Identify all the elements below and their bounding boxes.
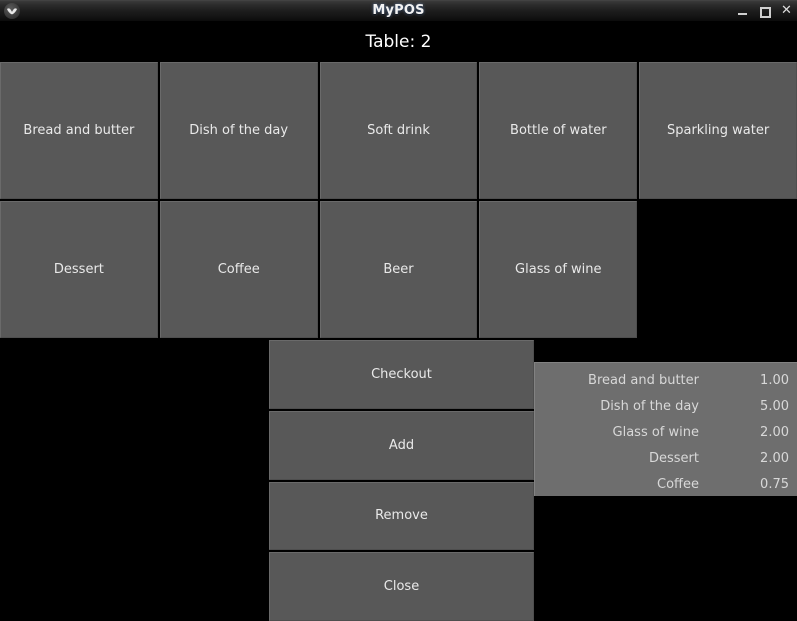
remove-button-label: Remove: [375, 508, 428, 524]
product-button[interactable]: Soft drink: [319, 62, 478, 199]
product-grid-empty-slot: [639, 201, 797, 338]
application-window: MyPOS ✕ Table: 2 Bread and butter Dish of…: [0, 0, 797, 621]
order-list-item[interactable]: Dish of the day 5.00: [535, 393, 797, 419]
product-button[interactable]: Sparkling water: [639, 62, 797, 199]
product-button[interactable]: Glass of wine: [479, 201, 638, 338]
window-titlebar[interactable]: MyPOS ✕: [0, 0, 797, 22]
product-button-label: Coffee: [217, 262, 260, 277]
order-item-name: Dish of the day: [600, 398, 699, 414]
action-button-panel: Checkout Add Remove Close: [269, 340, 534, 621]
product-button[interactable]: Dessert: [0, 201, 158, 338]
order-item-price: 2.00: [760, 424, 789, 440]
order-item-price: 2.00: [760, 450, 789, 466]
order-item-price: 0.75: [760, 476, 789, 492]
close-button[interactable]: Close: [269, 552, 534, 621]
product-button[interactable]: Bread and butter: [0, 62, 158, 199]
close-icon[interactable]: ✕: [781, 4, 792, 18]
product-button-label: Soft drink: [367, 123, 430, 138]
product-button-label: Beer: [383, 262, 414, 277]
add-button[interactable]: Add: [269, 410, 534, 480]
minimize-icon[interactable]: [737, 4, 748, 18]
product-button[interactable]: Beer: [319, 201, 478, 338]
order-item-price: 5.00: [760, 398, 789, 414]
order-item-name: Bread and butter: [588, 372, 699, 388]
add-button-label: Add: [388, 437, 415, 453]
product-button[interactable]: Coffee: [159, 201, 318, 338]
close-button-label: Close: [383, 579, 420, 595]
checkout-button[interactable]: Checkout: [269, 340, 534, 409]
product-button[interactable]: Dish of the day: [159, 62, 318, 199]
window-controls: ✕: [737, 0, 792, 22]
order-item-price: 1.00: [760, 372, 789, 388]
order-list-item[interactable]: Coffee 0.75: [535, 471, 797, 496]
client-area: Table: 2 Bread and butter Dish of the day…: [0, 22, 797, 621]
order-item-name: Glass of wine: [612, 424, 699, 440]
order-list-item[interactable]: Dessert 2.00: [535, 445, 797, 471]
product-button-label: Bread and butter: [23, 123, 135, 138]
product-button[interactable]: Bottle of water: [479, 62, 638, 199]
order-list-item[interactable]: Bread and butter 1.00: [535, 367, 797, 393]
remove-button[interactable]: Remove: [269, 481, 534, 551]
product-button-label: Bottle of water: [510, 123, 607, 138]
product-button-label: Sparkling water: [666, 123, 770, 138]
window-title: MyPOS: [372, 3, 425, 18]
maximize-icon[interactable]: [759, 4, 771, 18]
product-button-grid: Bread and butter Dish of the day Soft drin…: [0, 62, 797, 338]
order-item-name: Coffee: [657, 476, 699, 492]
order-items-list[interactable]: Bread and butter 1.00 Dish of the day 5.00 G…: [534, 362, 797, 496]
order-item-name: Dessert: [649, 450, 699, 466]
product-button-label: Dessert: [53, 262, 104, 277]
checkout-button-label: Checkout: [371, 366, 432, 382]
product-button-label: Dish of the day: [189, 123, 289, 138]
table-number-label: Table: 2: [365, 32, 432, 52]
order-list-item[interactable]: Glass of wine 2.00: [535, 419, 797, 445]
product-button-label: Glass of wine: [515, 262, 602, 277]
app-logo-icon[interactable]: [4, 3, 20, 19]
